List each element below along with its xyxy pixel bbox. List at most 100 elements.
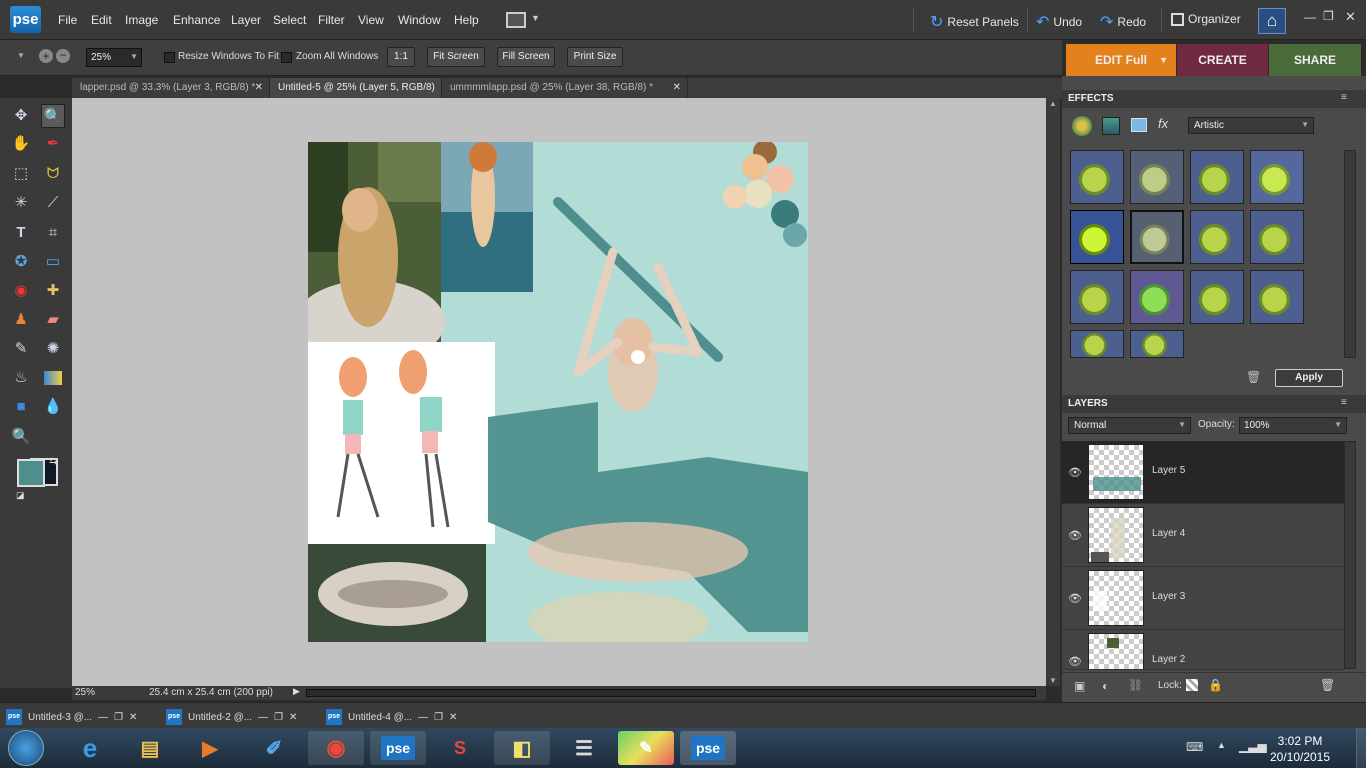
sai-app-icon[interactable]: S — [432, 731, 488, 765]
edit-full-tab[interactable]: EDIT Full ▼ — [1066, 44, 1176, 76]
menu-file[interactable]: File — [58, 13, 77, 27]
menu-select[interactable]: Select — [273, 13, 306, 27]
lock-all-icon[interactable]: 🔒 — [1208, 678, 1223, 692]
effect-thumbnail[interactable] — [1190, 150, 1244, 204]
scroll-down-icon[interactable]: ▼ — [1049, 676, 1057, 685]
pse-active-icon[interactable]: pse — [680, 731, 736, 765]
actual-pixels-button[interactable]: 1:1 — [387, 47, 415, 67]
healing-brush-icon[interactable]: ✚ — [41, 279, 65, 303]
vertical-scrollbar[interactable] — [1046, 98, 1060, 686]
chrome-icon[interactable]: ◉ — [308, 731, 364, 765]
lasso-icon[interactable]: ᗢ — [41, 162, 65, 186]
document-minimized[interactable]: pse Untitled-2 @... — ❐ ✕ — [166, 707, 316, 727]
minimize-icon[interactable]: — — [98, 712, 108, 723]
layer-row[interactable]: 👁 Layer 3 — [1062, 567, 1344, 630]
document-minimized[interactable]: pse Untitled-3 @... — ❐ ✕ — [6, 707, 156, 727]
gradient-icon[interactable] — [44, 371, 62, 385]
paint-bucket-icon[interactable]: ♨ — [9, 366, 33, 390]
tab-ummmmlapp[interactable]: ummmmlapp.psd @ 25% (Layer 38, RGB/8) * ✕ — [442, 78, 688, 98]
blend-mode-select[interactable]: Normal ▼ — [1068, 417, 1191, 434]
layers-panel-header[interactable]: LAYERS — [1062, 395, 1366, 413]
layer-row[interactable]: 👁 Layer 4 — [1062, 504, 1344, 567]
red-eye-icon[interactable]: ◉ — [9, 279, 33, 303]
document-canvas[interactable] — [308, 142, 808, 642]
close-tab-icon[interactable]: ✕ — [255, 78, 263, 98]
menu-edit[interactable]: Edit — [91, 13, 112, 27]
zoom-tool-icon[interactable]: 🔍 — [41, 104, 65, 128]
effects-category-select[interactable]: Artistic ▼ — [1188, 117, 1314, 134]
zoom-in-icon[interactable]: + — [39, 49, 53, 63]
redo-button[interactable]: ↷ Redo — [1100, 12, 1146, 32]
magic-wand-icon[interactable]: ✳ — [9, 191, 33, 215]
sponge-tool-icon[interactable]: 🔍 — [9, 425, 33, 449]
close-tab-icon[interactable]: ✕ — [673, 78, 681, 98]
file-explorer-icon[interactable]: ▤ — [122, 731, 178, 765]
layout-icon[interactable] — [506, 12, 526, 28]
resize-windows-checkbox[interactable] — [164, 52, 175, 63]
effects-scrollbar[interactable] — [1344, 150, 1356, 358]
visibility-eye-icon[interactable]: 👁 — [1068, 466, 1082, 479]
opacity-field[interactable]: 100% ▼ — [1239, 417, 1347, 434]
internet-explorer-icon[interactable]: e — [62, 731, 118, 765]
move-tool-icon[interactable]: ✥ — [9, 104, 33, 128]
zoom-level-field[interactable]: 25% ▼ — [86, 48, 142, 67]
clone-stamp-icon[interactable]: ♟ — [9, 308, 33, 332]
task-list-icon[interactable]: ☰ — [556, 731, 612, 765]
filters-icon[interactable] — [1102, 117, 1120, 135]
fit-screen-button[interactable]: Fit Screen — [427, 47, 485, 67]
smart-brush-icon[interactable]: ✺ — [41, 337, 65, 361]
show-desktop-button[interactable] — [1356, 728, 1366, 768]
panel-menu-icon[interactable]: ≡ — [1341, 397, 1347, 408]
layer-row[interactable]: 👁 Layer 5 — [1062, 441, 1344, 504]
menu-enhance[interactable]: Enhance — [173, 13, 220, 27]
close-icon[interactable]: ✕ — [1345, 9, 1356, 25]
effect-thumbnail[interactable] — [1130, 330, 1184, 358]
visibility-eye-icon[interactable]: 👁 — [1068, 592, 1082, 605]
default-colors-icon[interactable]: ◪ — [16, 490, 25, 501]
layers-scrollbar[interactable] — [1344, 441, 1356, 669]
menu-window[interactable]: Window — [398, 13, 441, 27]
document-minimized[interactable]: pse Untitled-4 @... — ❐ ✕ — [326, 707, 476, 727]
eraser-icon[interactable]: ▰ — [41, 308, 65, 332]
tool-preset-icon[interactable]: ▼ — [17, 51, 25, 60]
effect-thumbnail[interactable] — [1070, 210, 1124, 264]
effect-thumbnail[interactable] — [1130, 150, 1184, 204]
create-tab[interactable]: CREATE — [1177, 44, 1268, 76]
layer-name[interactable]: Layer 2 — [1152, 654, 1185, 665]
close-icon[interactable]: ✕ — [129, 712, 137, 723]
effect-thumbnail[interactable] — [1130, 270, 1184, 324]
visibility-eye-icon[interactable]: 👁 — [1068, 655, 1082, 668]
effect-thumbnail[interactable] — [1190, 270, 1244, 324]
menu-image[interactable]: Image — [125, 13, 158, 27]
effect-thumbnail[interactable] — [1190, 210, 1244, 264]
tab-lapper[interactable]: lapper.psd @ 33.3% (Layer 3, RGB/8) * ✕ — [72, 78, 270, 98]
minimize-icon[interactable]: — — [258, 712, 268, 723]
status-zoom[interactable]: 25% — [75, 687, 95, 698]
restore-icon[interactable]: ❐ — [274, 712, 283, 723]
menu-help[interactable]: Help — [454, 13, 479, 27]
apply-effect-button[interactable]: Apply — [1275, 369, 1343, 387]
photo-effects-icon[interactable] — [1131, 118, 1147, 132]
undo-button[interactable]: ↶ Undo — [1036, 12, 1082, 32]
hand-tool-icon[interactable]: ✋ — [9, 132, 33, 156]
share-tab[interactable]: SHARE — [1269, 44, 1361, 76]
layer-row[interactable]: 👁 Layer 2 — [1062, 630, 1344, 670]
fill-screen-button[interactable]: Fill Screen — [497, 47, 555, 67]
scroll-up-icon[interactable]: ▲ — [1049, 99, 1057, 108]
menu-filter[interactable]: Filter — [318, 13, 345, 27]
panel-menu-icon[interactable]: ≡ — [1341, 92, 1347, 103]
menu-layer[interactable]: Layer — [231, 13, 261, 27]
visibility-eye-icon[interactable]: 👁 — [1068, 529, 1082, 542]
restore-icon[interactable]: ❐ — [434, 712, 443, 723]
effect-thumbnail[interactable] — [1070, 270, 1124, 324]
lock-transparency-icon[interactable] — [1186, 679, 1198, 691]
paint-app-icon[interactable]: ✐ — [246, 731, 302, 765]
recompose-icon[interactable]: ▭ — [41, 250, 65, 274]
close-icon[interactable]: ✕ — [449, 712, 457, 723]
blur-tool-icon[interactable]: 💧 — [41, 395, 65, 419]
trash-icon[interactable]: 🗑 — [1246, 370, 1261, 384]
quick-selection-icon[interactable]: ⟋ — [41, 191, 65, 215]
swap-colors-icon[interactable]: ⇆ — [49, 456, 57, 467]
pse-taskbar-icon[interactable]: pse — [370, 731, 426, 765]
cookie-cutter-icon[interactable]: ✪ — [9, 250, 33, 274]
